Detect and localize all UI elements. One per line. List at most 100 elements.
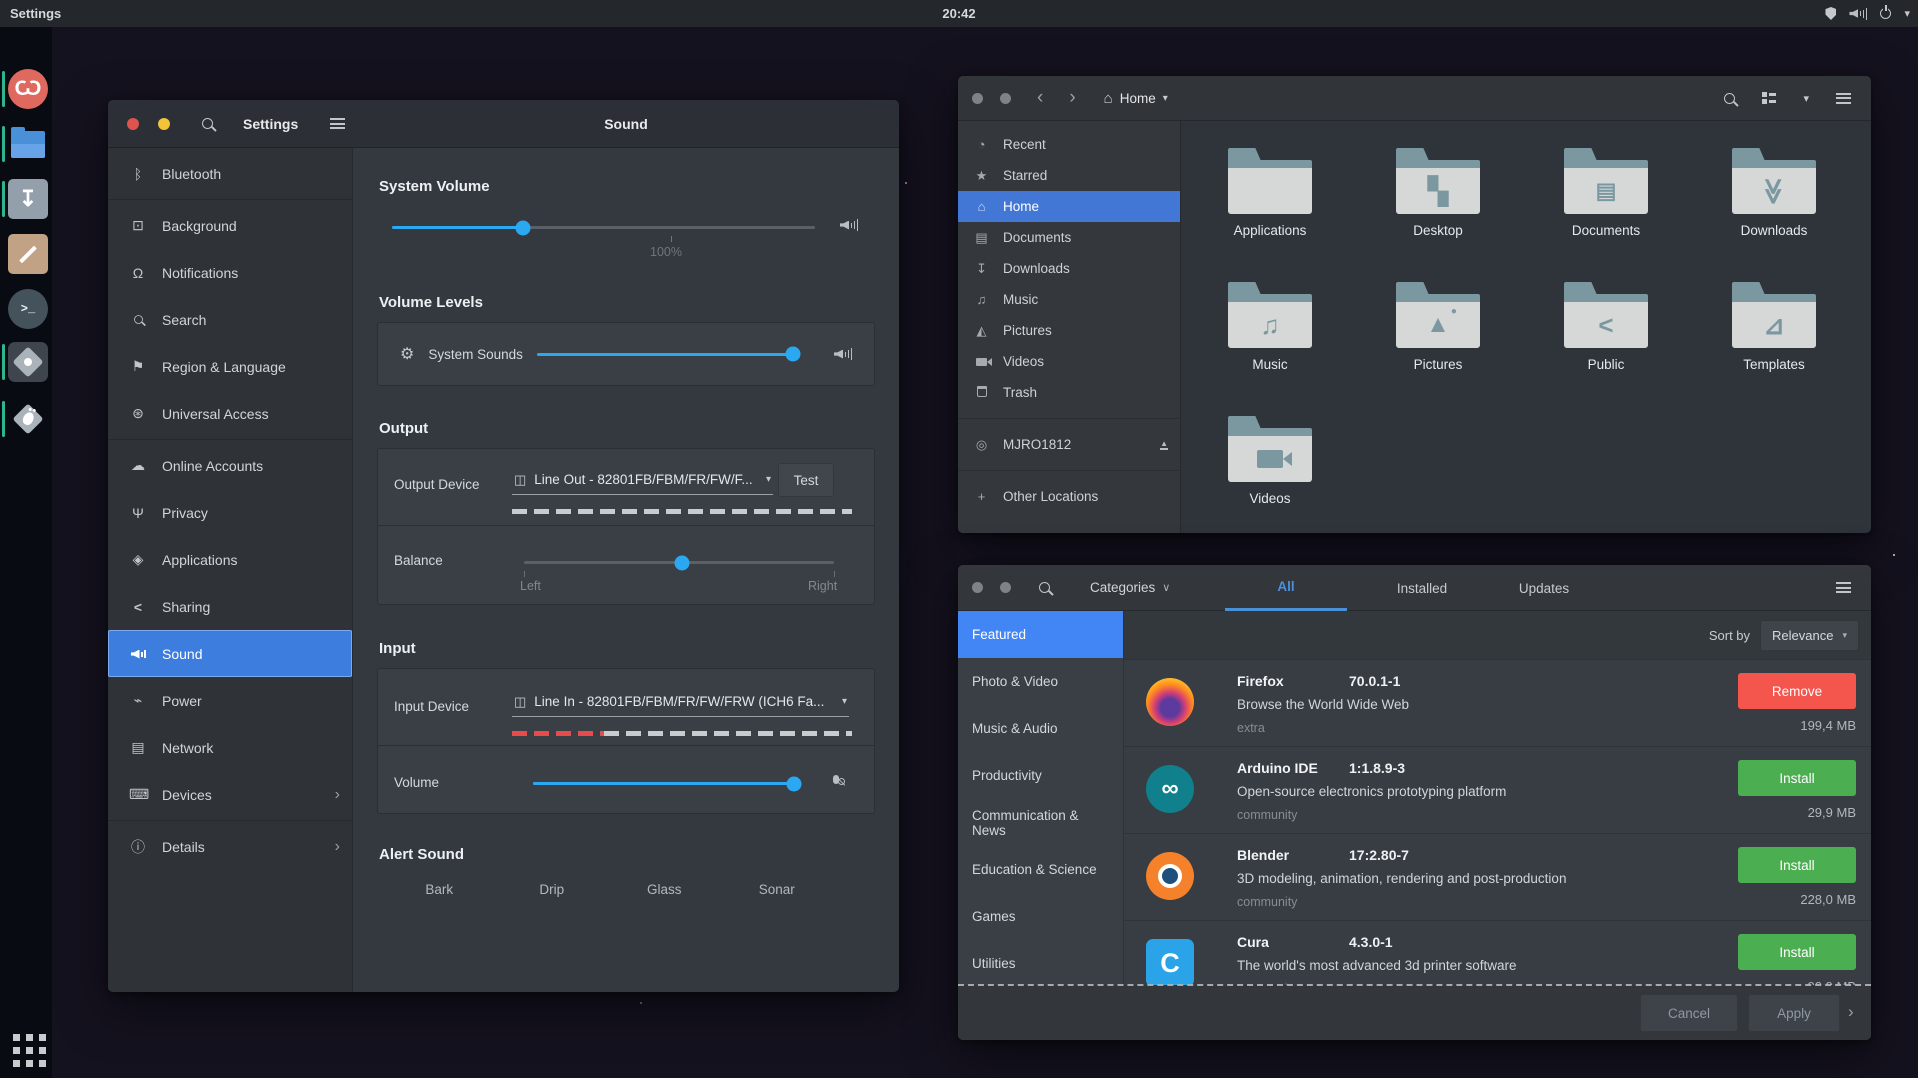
power-icon[interactable] [1880, 8, 1891, 19]
category-music-audio[interactable]: Music & Audio [958, 705, 1123, 752]
files-header[interactable]: ‹ › ⌂ Home ▾ ▾ [958, 76, 1871, 121]
category-games[interactable]: Games [958, 893, 1123, 940]
folder-desktop[interactable]: ▚ Desktop [1354, 148, 1522, 238]
menu-icon[interactable] [1836, 582, 1851, 593]
chevron-down-icon[interactable]: ▾ [1803, 92, 1809, 105]
sidebar-item-bluetooth[interactable]: ᛒBluetooth [108, 150, 352, 197]
window-button[interactable] [972, 582, 983, 593]
input-volume-slider[interactable] [533, 782, 801, 785]
alert-option-bark[interactable]: Bark [425, 882, 453, 897]
dock-item-terminal[interactable]: >_ [8, 289, 48, 329]
apply-button[interactable]: Apply [1748, 994, 1840, 1032]
software-header[interactable]: Categories ∨ All Installed Updates [958, 565, 1871, 611]
sidebar-item-other-locations[interactable]: +Other Locations [958, 481, 1180, 512]
dock-item-gnome[interactable] [8, 399, 48, 439]
dock-item-files[interactable] [8, 124, 48, 164]
sidebar-item-search[interactable]: Search [108, 296, 352, 343]
category-education-science[interactable]: Education & Science [958, 846, 1123, 893]
tab-updates[interactable]: Updates [1489, 565, 1599, 611]
alert-option-glass[interactable]: Glass [647, 882, 682, 897]
install-button[interactable]: Install [1738, 847, 1856, 883]
input-device-dropdown[interactable]: ◫ Line In - 82801FB/FBM/FR/FW/FRW (ICH6 … [512, 687, 849, 717]
tab-all[interactable]: All [1225, 565, 1347, 611]
slider-handle[interactable] [786, 347, 801, 362]
clock[interactable]: 20:42 [942, 6, 975, 21]
folder-downloads[interactable]: ≫ Downloads [1690, 148, 1858, 238]
back-icon[interactable]: ‹ [1037, 87, 1043, 109]
sidebar-item-starred[interactable]: ★Starred [958, 160, 1180, 191]
close-icon[interactable] [127, 118, 139, 130]
menu-icon[interactable] [330, 118, 345, 129]
forward-icon[interactable]: › [1069, 87, 1075, 109]
slider-handle[interactable] [787, 776, 802, 791]
search-icon[interactable] [1724, 93, 1735, 104]
app-row-blender[interactable]: Blender 17:2.80-7 3D modeling, animation… [1124, 833, 1871, 920]
sidebar-item-online-accounts[interactable]: ☁Online Accounts [108, 442, 352, 489]
breadcrumb[interactable]: ⌂ Home ▾ [1104, 90, 1168, 107]
sidebar-item-universal-access[interactable]: ⊛Universal Access [108, 390, 352, 437]
sidebar-item-applications[interactable]: ◈Applications [108, 536, 352, 583]
privacy-shield-icon[interactable] [1825, 7, 1836, 20]
search-icon[interactable] [1039, 582, 1050, 593]
folder-documents[interactable]: ▤ Documents [1522, 148, 1690, 238]
view-toggle-icon[interactable] [1762, 92, 1776, 104]
tab-installed[interactable]: Installed [1367, 565, 1477, 611]
sidebar-item-videos[interactable]: Videos [958, 346, 1180, 377]
folder-videos[interactable]: Videos [1186, 416, 1354, 506]
sidebar-item-power[interactable]: ⌁Power [108, 677, 352, 724]
chevron-right-icon[interactable]: › [1848, 1002, 1854, 1022]
search-icon[interactable] [202, 118, 213, 129]
sidebar-item-pictures[interactable]: ◭Pictures [958, 315, 1180, 346]
balance-slider[interactable] [524, 561, 834, 564]
category-featured[interactable]: Featured [958, 611, 1123, 658]
window-button[interactable] [1000, 582, 1011, 593]
sidebar-item-network[interactable]: ▤Network [108, 724, 352, 771]
sidebar-item-sound[interactable]: Sound [108, 630, 352, 677]
sidebar-item-recent[interactable]: ◔Recent [958, 129, 1180, 160]
window-button[interactable] [972, 93, 983, 104]
sidebar-item-devices[interactable]: ⌨Devices› [108, 771, 352, 818]
sidebar-item-mjro1812[interactable]: ◎MJRO1812▲ [958, 429, 1180, 460]
install-button[interactable]: Install [1738, 934, 1856, 970]
folder-pictures[interactable]: ▲● Pictures [1354, 282, 1522, 372]
eject-icon[interactable]: ▲ [1160, 440, 1168, 450]
sidebar-item-region-language[interactable]: ⚑Region & Language [108, 343, 352, 390]
category-utilities[interactable]: Utilities [958, 940, 1123, 987]
folder-templates[interactable]: ⊿ Templates [1690, 282, 1858, 372]
category-productivity[interactable]: Productivity [958, 752, 1123, 799]
sidebar-item-details[interactable]: ⓘDetails› [108, 823, 352, 870]
dock-item-software[interactable]: ↧ [8, 179, 48, 219]
volume-icon[interactable] [1849, 8, 1867, 20]
dock-item-text-editor[interactable] [8, 234, 48, 274]
sort-dropdown[interactable]: Relevance ▾ [1760, 620, 1859, 651]
sidebar-item-sharing[interactable]: <Sharing [108, 583, 352, 630]
folder-public[interactable]: < Public [1522, 282, 1690, 372]
folder-applications[interactable]: Applications [1186, 148, 1354, 238]
alert-option-drip[interactable]: Drip [539, 882, 564, 897]
cancel-button[interactable]: Cancel [1640, 994, 1738, 1032]
sidebar-item-music[interactable]: ♫Music [958, 284, 1180, 315]
minimize-icon[interactable] [158, 118, 170, 130]
install-button[interactable]: Install [1738, 760, 1856, 796]
sidebar-item-notifications[interactable]: ΩNotifications [108, 249, 352, 296]
window-button[interactable] [1000, 93, 1011, 104]
app-row-arduino[interactable]: ∞ Arduino IDE 1:1.8.9-3 Open-source elec… [1124, 746, 1871, 833]
category-photo-video[interactable]: Photo & Video [958, 658, 1123, 705]
output-device-dropdown[interactable]: ◫ Line Out - 82801FB/FBM/FR/FW/F... ▾ [512, 465, 773, 495]
remove-button[interactable]: Remove [1738, 673, 1856, 709]
dock-item-firefox[interactable]: Ѡ [8, 69, 48, 109]
sidebar-item-home[interactable]: ⌂Home [958, 191, 1180, 222]
focused-app-name[interactable]: Settings [10, 6, 61, 21]
dock-item-settings[interactable] [8, 342, 48, 382]
sidebar-item-background[interactable]: ⊡Background [108, 202, 352, 249]
app-row-cura[interactable]: C Cura 4.3.0-1 The world's most advanced… [1124, 920, 1871, 985]
sidebar-item-downloads[interactable]: ↧Downloads [958, 253, 1180, 284]
sidebar-item-privacy[interactable]: ΨPrivacy [108, 489, 352, 536]
folder-music[interactable]: ♫ Music [1186, 282, 1354, 372]
app-row-firefox[interactable]: Firefox 70.0.1-1 Browse the World Wide W… [1124, 659, 1871, 746]
slider-handle[interactable] [516, 220, 531, 235]
category-communication-news[interactable]: Communication & News [958, 799, 1123, 846]
test-button[interactable]: Test [778, 463, 834, 497]
settings-header[interactable]: Settings Sound [108, 100, 899, 148]
categories-button[interactable]: Categories ∨ [1090, 580, 1170, 595]
